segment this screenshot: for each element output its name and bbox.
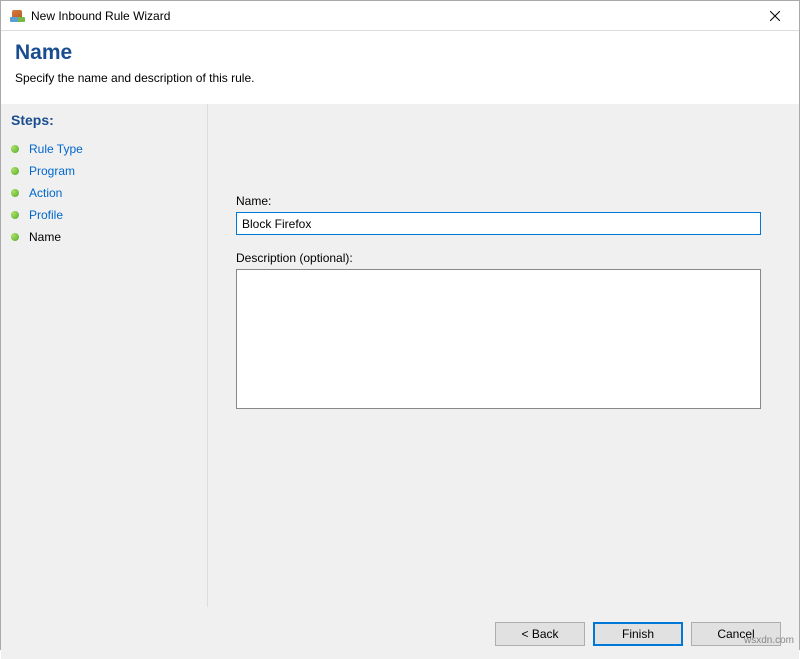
form-panel: Name: Description (optional):	[208, 104, 799, 607]
firewall-icon	[9, 8, 25, 24]
bullet-icon	[11, 211, 19, 219]
titlebar: New Inbound Rule Wizard	[1, 1, 799, 31]
bullet-icon	[11, 145, 19, 153]
description-label: Description (optional):	[236, 251, 771, 265]
bullet-icon	[11, 167, 19, 175]
step-label: Name	[29, 230, 61, 244]
description-field-group: Description (optional):	[236, 251, 771, 414]
finish-button[interactable]: Finish	[593, 622, 683, 646]
step-profile[interactable]: Profile	[11, 204, 197, 226]
bullet-icon	[11, 189, 19, 197]
wizard-body: Steps: Rule Type Program Action Profile …	[1, 104, 799, 607]
step-rule-type[interactable]: Rule Type	[11, 138, 197, 160]
name-label: Name:	[236, 194, 771, 208]
step-label: Profile	[29, 208, 63, 222]
wizard-footer: < Back Finish Cancel	[1, 607, 799, 659]
step-label: Rule Type	[29, 142, 83, 156]
close-icon	[770, 11, 780, 21]
close-button[interactable]	[752, 1, 797, 30]
page-subtitle: Specify the name and description of this…	[15, 71, 785, 85]
name-input[interactable]	[236, 212, 761, 235]
bullet-icon	[11, 233, 19, 241]
page-title: Name	[15, 41, 785, 65]
step-action[interactable]: Action	[11, 182, 197, 204]
step-program[interactable]: Program	[11, 160, 197, 182]
description-textarea[interactable]	[236, 269, 761, 409]
steps-sidebar: Steps: Rule Type Program Action Profile …	[1, 104, 208, 607]
watermark: wsxdn.com	[744, 635, 794, 646]
steps-title: Steps:	[11, 112, 197, 128]
step-label: Program	[29, 164, 75, 178]
back-button[interactable]: < Back	[495, 622, 585, 646]
name-field-group: Name:	[236, 194, 771, 235]
wizard-header: Name Specify the name and description of…	[1, 31, 799, 104]
step-label: Action	[29, 186, 62, 200]
window-title: New Inbound Rule Wizard	[31, 9, 170, 23]
step-name[interactable]: Name	[11, 226, 197, 248]
